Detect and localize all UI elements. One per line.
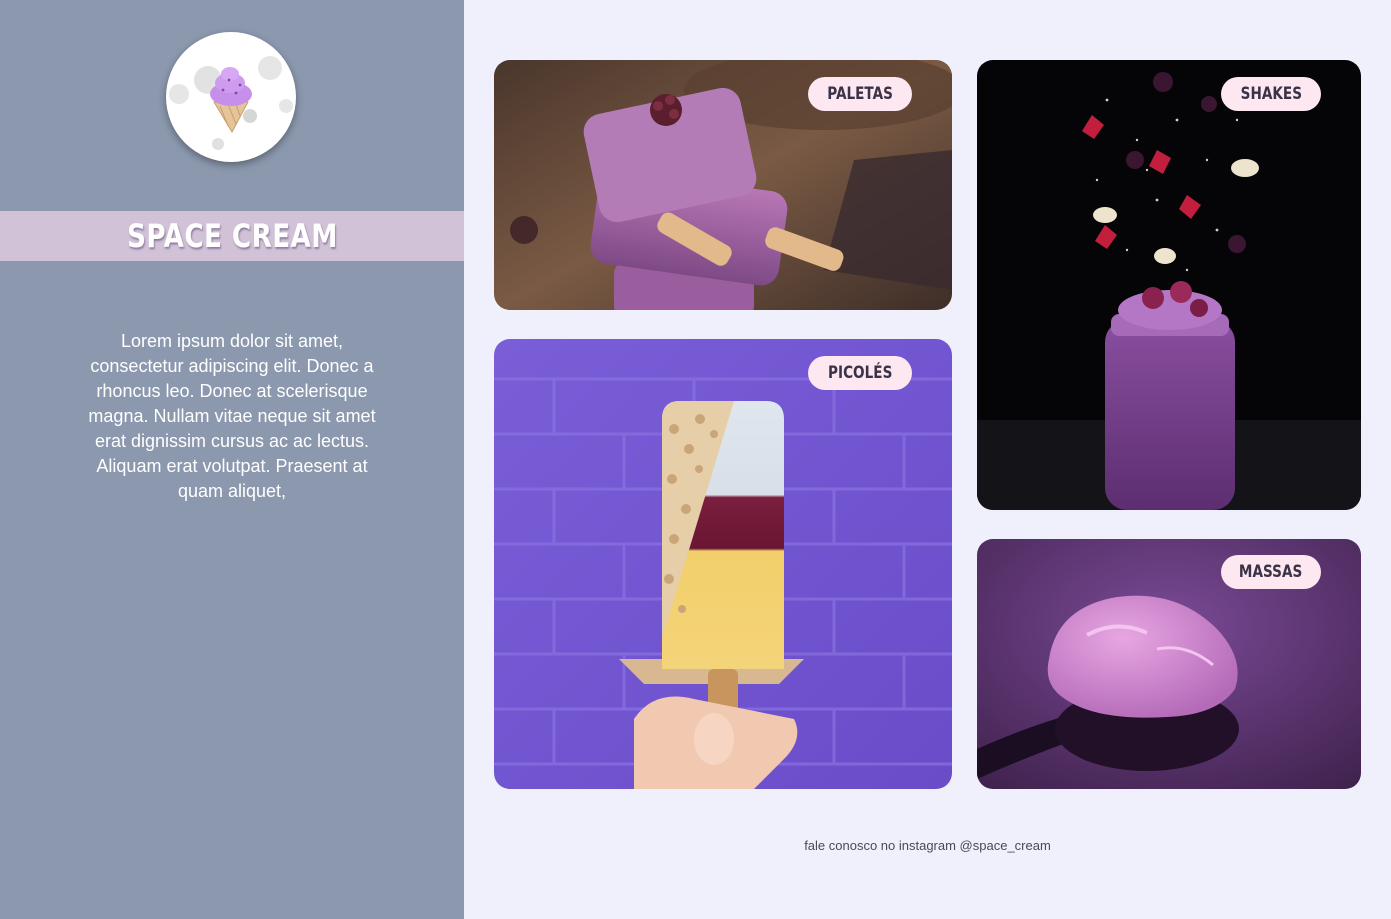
category-card-shakes[interactable]: SHAKES xyxy=(977,60,1361,510)
brand-title: SPACE CREAM xyxy=(126,217,338,255)
sidebar: SPACE CREAM Lorem ipsum dolor sit amet, … xyxy=(0,0,464,919)
brand-title-band: SPACE CREAM xyxy=(0,211,464,261)
brand-description: Lorem ipsum dolor sit amet, consectetur … xyxy=(88,331,376,501)
category-label-massas[interactable]: MASSAS xyxy=(1221,555,1321,589)
category-label-picoles[interactable]: PICOLÉS xyxy=(808,356,912,390)
ice-cream-cone-icon xyxy=(167,33,295,161)
category-card-massas[interactable]: MASSAS xyxy=(977,539,1361,789)
category-label-shakes[interactable]: SHAKES xyxy=(1221,77,1321,111)
brand-logo[interactable] xyxy=(166,32,296,162)
category-card-picoles[interactable]: PICOLÉS xyxy=(494,339,952,789)
category-card-paletas[interactable]: PALETAS xyxy=(494,60,952,310)
category-label-paletas[interactable]: PALETAS xyxy=(808,77,912,111)
footer-instagram-text: fale conosco no instagram @space_cream xyxy=(804,838,1051,853)
berry-shake-jar-image xyxy=(977,60,1361,510)
popsicle-in-hand-image xyxy=(494,339,952,789)
